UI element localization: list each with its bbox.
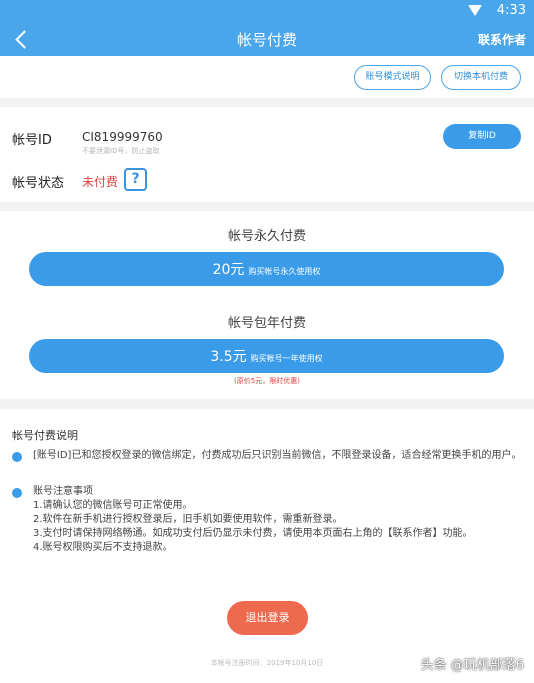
account-id-value: CI819999760 — [82, 130, 163, 144]
info-bullet-binding: [账号ID]已和您授权登录的微信绑定，付费成功后只识别当前微信，不限登录设备，适… — [33, 450, 522, 461]
account-mode-info-button[interactable]: 账号模式说明 — [354, 65, 431, 90]
yearly-desc: 购买帐号一年使用权 — [250, 354, 323, 363]
permanent-desc: 购买帐号永久使用权 — [248, 267, 321, 276]
status-time: 4:33 — [496, 3, 526, 18]
notes-title: 账号注意事项 — [33, 486, 93, 497]
account-card: 帐号ID CI819999760 不要泄漏ID号，防止盗取 复制ID 帐号状态 … — [0, 107, 534, 202]
notes-line: 1.请确认您的微信账号可正常使用。 — [33, 500, 193, 511]
wifi-icon — [468, 5, 482, 16]
copy-id-button[interactable]: 复制ID — [443, 124, 521, 149]
info-card: 帐号付费说明 [账号ID]已和您授权登录的微信绑定，付费成功后只识别当前微信，不… — [0, 409, 534, 683]
top-button-row: 账号模式说明 切换本机付费 — [0, 56, 534, 98]
permanent-price: 20元 — [212, 262, 245, 278]
page-title: 帐号付费 — [236, 31, 297, 49]
switch-local-pay-button[interactable]: 切换本机付费 — [441, 65, 521, 90]
yearly-pay-title: 帐号包年付费 — [227, 316, 306, 331]
notes-line: 4.账号权限购买后不支持退款。 — [33, 542, 173, 553]
notes-line: 2.软件在新手机进行授权登录后，旧手机如要使用软件，需重新登录。 — [33, 514, 343, 525]
logout-button[interactable]: 退出登录 — [227, 601, 308, 635]
permanent-pay-button[interactable]: 20元 购买帐号永久使用权 — [29, 252, 504, 286]
yearly-price: 3.5元 — [210, 349, 247, 365]
yearly-pay-button[interactable]: 3.5元 购买帐号一年使用权 — [29, 339, 504, 373]
bullet-dot-icon — [12, 452, 22, 462]
original-price-note: (原价5元，限时优惠) — [234, 377, 300, 385]
bullet-dot-icon — [12, 488, 22, 498]
account-id-label: 帐号ID — [12, 133, 52, 148]
permanent-pay-title: 帐号永久付费 — [227, 229, 306, 244]
help-question-icon[interactable]: ? — [124, 168, 147, 191]
account-id-hint: 不要泄漏ID号，防止盗取 — [82, 147, 160, 155]
payment-card: 帐号永久付费 20元 购买帐号永久使用权 帐号包年付费 3.5元 购买帐号一年使用权… — [0, 211, 534, 399]
info-bullet-notes: 账号注意事项 1.请确认您的微信账号可正常使用。 2.软件在新手机进行授权登录后… — [33, 485, 525, 555]
info-heading: 帐号付费说明 — [12, 429, 78, 442]
watermark: 头条 @玩机部落6 — [420, 658, 524, 673]
contact-author-button[interactable]: 联系作者 — [478, 31, 526, 48]
title-bar: 帐号付费 联系作者 — [0, 22, 534, 56]
status-bar: 4:33 — [0, 0, 534, 22]
account-status-label: 帐号状态 — [12, 176, 65, 191]
notes-line: 3.支付时请保持网络畅通。如成功支付后仍显示未付费，请使用本页面右上角的【联系作… — [33, 528, 473, 539]
account-status-value: 未付费 — [82, 175, 119, 189]
